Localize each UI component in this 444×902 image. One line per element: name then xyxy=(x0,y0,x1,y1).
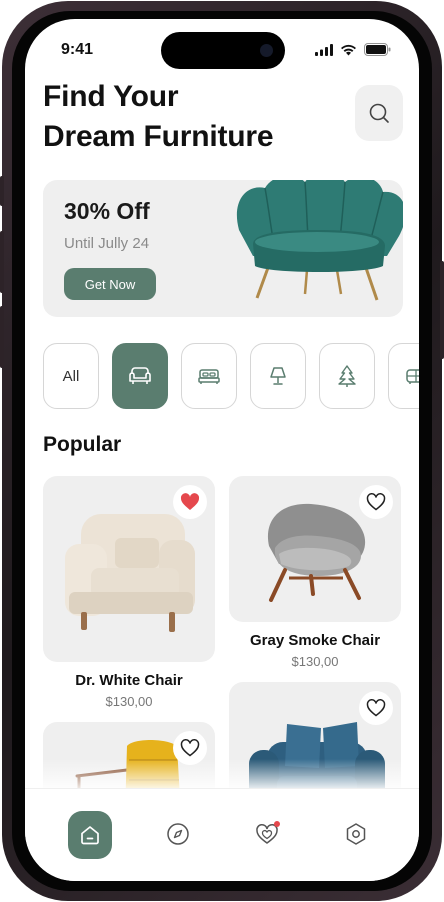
settings-icon xyxy=(346,823,366,845)
wifi-icon xyxy=(341,44,356,55)
category-all-label: All xyxy=(62,367,80,385)
product-price: $130,00 xyxy=(105,694,153,709)
favorite-button[interactable] xyxy=(359,485,393,519)
category-sofa[interactable] xyxy=(112,343,168,409)
app-screen: 9:41 Find Your Dream Furniture 30% Off U… xyxy=(25,19,419,881)
promo-title: 30% Off xyxy=(64,198,150,224)
category-cabinet[interactable] xyxy=(388,343,419,409)
category-lamp[interactable] xyxy=(250,343,306,409)
scroll-fade xyxy=(25,759,419,789)
page-title: Find Your Dream Furniture xyxy=(43,77,274,157)
teal-armchair-image xyxy=(236,180,403,301)
search-icon xyxy=(369,103,389,123)
sofa-icon xyxy=(129,367,151,384)
home-icon xyxy=(81,826,99,845)
status-icons xyxy=(315,43,391,56)
bed-icon xyxy=(198,369,220,384)
signal-icon xyxy=(315,43,333,56)
white-armchair-image xyxy=(65,514,195,632)
nav-explore[interactable] xyxy=(157,813,199,855)
compass-icon xyxy=(167,823,189,845)
heart-outline-icon xyxy=(366,699,386,717)
search-button[interactable] xyxy=(355,85,403,141)
nav-settings[interactable] xyxy=(335,813,377,855)
heart-outline-icon xyxy=(180,739,200,757)
product-card-gray-chair[interactable] xyxy=(229,476,401,622)
title-line-1: Find Your xyxy=(43,80,179,113)
product-card-white-chair[interactable] xyxy=(43,476,215,662)
gray-armchair-image xyxy=(267,503,366,602)
product-name: Gray Smoke Chair xyxy=(249,632,381,649)
cabinet-icon xyxy=(406,369,419,384)
heart-outline-icon xyxy=(366,493,386,511)
popular-heading: Popular xyxy=(43,433,122,456)
tree-icon xyxy=(338,365,356,387)
bottom-nav xyxy=(25,788,419,881)
volume-down-button xyxy=(0,306,4,368)
promo-subtitle: Until Jully 24 xyxy=(64,235,150,252)
battery-icon xyxy=(364,43,391,56)
notification-dot xyxy=(274,821,280,827)
nav-favorites[interactable] xyxy=(246,813,288,855)
lamp-icon xyxy=(270,367,286,385)
category-list: All xyxy=(43,343,419,409)
dynamic-island xyxy=(161,32,285,69)
promo-banner[interactable]: 30% Off Until Jully 24 Get Now xyxy=(43,180,403,317)
volume-up-button xyxy=(0,231,4,293)
favorite-button[interactable] xyxy=(173,485,207,519)
product-name: Dr. White Chair xyxy=(75,672,183,689)
power-button xyxy=(440,261,444,359)
category-plant[interactable] xyxy=(319,343,375,409)
heart-filled-icon xyxy=(180,493,200,510)
favorite-button[interactable] xyxy=(359,691,393,725)
category-all[interactable]: All xyxy=(43,343,99,409)
get-now-button[interactable]: Get Now xyxy=(64,268,156,300)
product-price: $130,00 xyxy=(291,654,339,669)
status-time: 9:41 xyxy=(61,41,94,58)
category-bed[interactable] xyxy=(181,343,237,409)
nav-home[interactable] xyxy=(68,811,112,859)
action-button xyxy=(0,176,4,206)
title-line-2: Dream Furniture xyxy=(43,120,274,153)
